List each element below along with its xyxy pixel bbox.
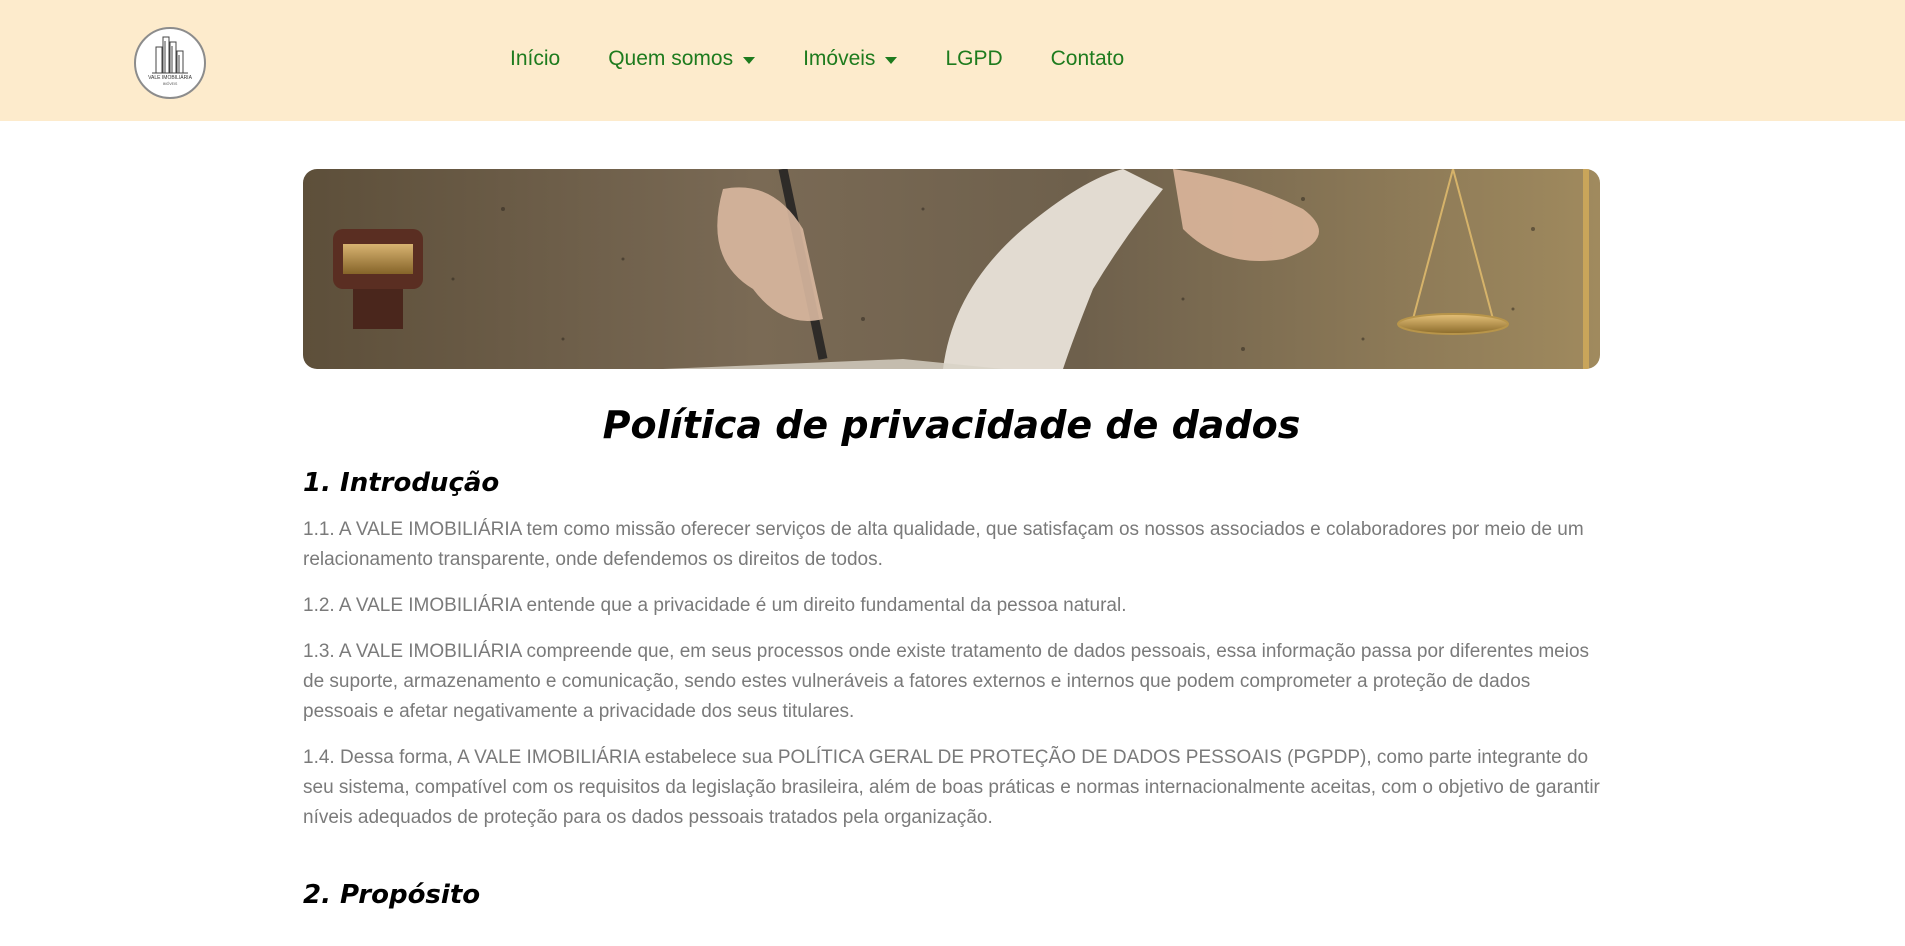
page-title: Política de privacidade de dados [602, 403, 1301, 447]
section-heading-proposito: 2. Propósito [303, 880, 481, 910]
banner-image [303, 169, 1600, 369]
nav-item-lgpd[interactable]: LGPD [945, 47, 1002, 71]
logo[interactable]: VALE IMOBILIÁRIA IMÓVEIS [134, 27, 206, 99]
nav-item-label: LGPD [945, 47, 1003, 70]
navbar: VALE IMOBILIÁRIA IMÓVEIS Início Quem som… [0, 0, 1905, 121]
nav-item-label: Início [510, 47, 561, 70]
nav-item-imoveis[interactable]: Imóveis [803, 47, 898, 71]
chevron-down-icon [885, 56, 898, 64]
logo-text: VALE IMOBILIÁRIA [148, 74, 192, 81]
nav-item-inicio[interactable]: Início [510, 47, 560, 71]
nav-item-label: Quem somos [608, 47, 734, 70]
logo-subtext: IMÓVEIS [163, 81, 178, 86]
building-logo-icon: VALE IMOBILIÁRIA IMÓVEIS [148, 36, 193, 86]
section-heading-introducao: 1. Introdução [303, 468, 500, 498]
paragraph-1-1: 1.1. A VALE IMOBILIÁRIA tem como missão … [303, 519, 1584, 570]
hero-banner [303, 169, 1600, 369]
nav-item-contato[interactable]: Contato [1051, 47, 1125, 71]
paragraph-1-2: 1.2. A VALE IMOBILIÁRIA entende que a pr… [303, 595, 1127, 616]
paragraph-1-4: 1.4. Dessa forma, A VALE IMOBILIÁRIA est… [303, 747, 1600, 828]
nav-item-quem-somos[interactable]: Quem somos [608, 47, 756, 71]
privacy-policy-content: Política de privacidade de dados 1. Intr… [303, 395, 1600, 915]
nav-item-label: Contato [1050, 47, 1125, 70]
paragraph-1-3: 1.3. A VALE IMOBILIÁRIA compreende que, … [303, 641, 1590, 722]
nav-item-label: Imóveis [803, 47, 876, 70]
chevron-down-icon [743, 56, 756, 64]
main-nav: Início Quem somos Imóveis LGPD Contato [510, 44, 1124, 74]
